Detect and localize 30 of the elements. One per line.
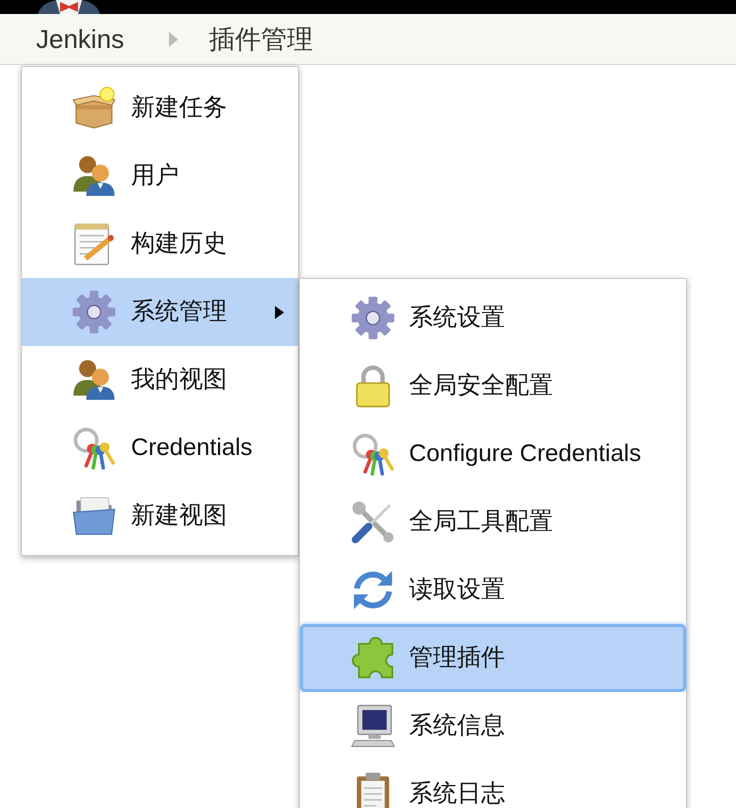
computer-icon [351, 704, 395, 748]
separator-arrow-icon [169, 32, 178, 46]
menu-item[interactable]: Credentials [22, 414, 298, 482]
menu-item[interactable]: 构建历史 [22, 210, 298, 278]
submenu-item[interactable]: 系统设置 [300, 284, 686, 352]
gear-icon [351, 296, 395, 340]
submenu-item[interactable]: 系统日志 [300, 760, 686, 808]
keys-icon [351, 432, 395, 476]
menu-item[interactable]: 系统管理 [22, 278, 298, 346]
folder-icon [72, 494, 116, 538]
submenu-item[interactable]: 读取设置 [300, 556, 686, 624]
users-icon [72, 154, 116, 198]
puzzle-icon [351, 636, 395, 680]
tools-icon [351, 500, 395, 544]
gear-icon [72, 290, 116, 334]
submenu-item[interactable]: 全局工具配置 [300, 488, 686, 556]
keys-icon [72, 426, 116, 470]
package-icon [72, 86, 116, 130]
submenu-item[interactable]: 管理插件 [300, 624, 686, 692]
users-icon [72, 358, 116, 402]
menu-item[interactable]: 新建任务 [22, 74, 298, 142]
submenu-item[interactable]: 系统信息 [300, 692, 686, 760]
menu-item[interactable]: 我的视图 [22, 346, 298, 414]
menu-item[interactable]: 新建视图 [22, 482, 298, 550]
breadcrumb-link[interactable]: Jenkins [36, 26, 124, 52]
notepad-icon [72, 222, 116, 266]
submenu-item[interactable]: 全局安全配置 [300, 352, 686, 420]
breadcrumb-link[interactable]: 插件管理 [209, 26, 314, 52]
menu-item[interactable]: 用户 [22, 142, 298, 210]
submenu-item[interactable]: Configure Credentials [300, 420, 686, 488]
